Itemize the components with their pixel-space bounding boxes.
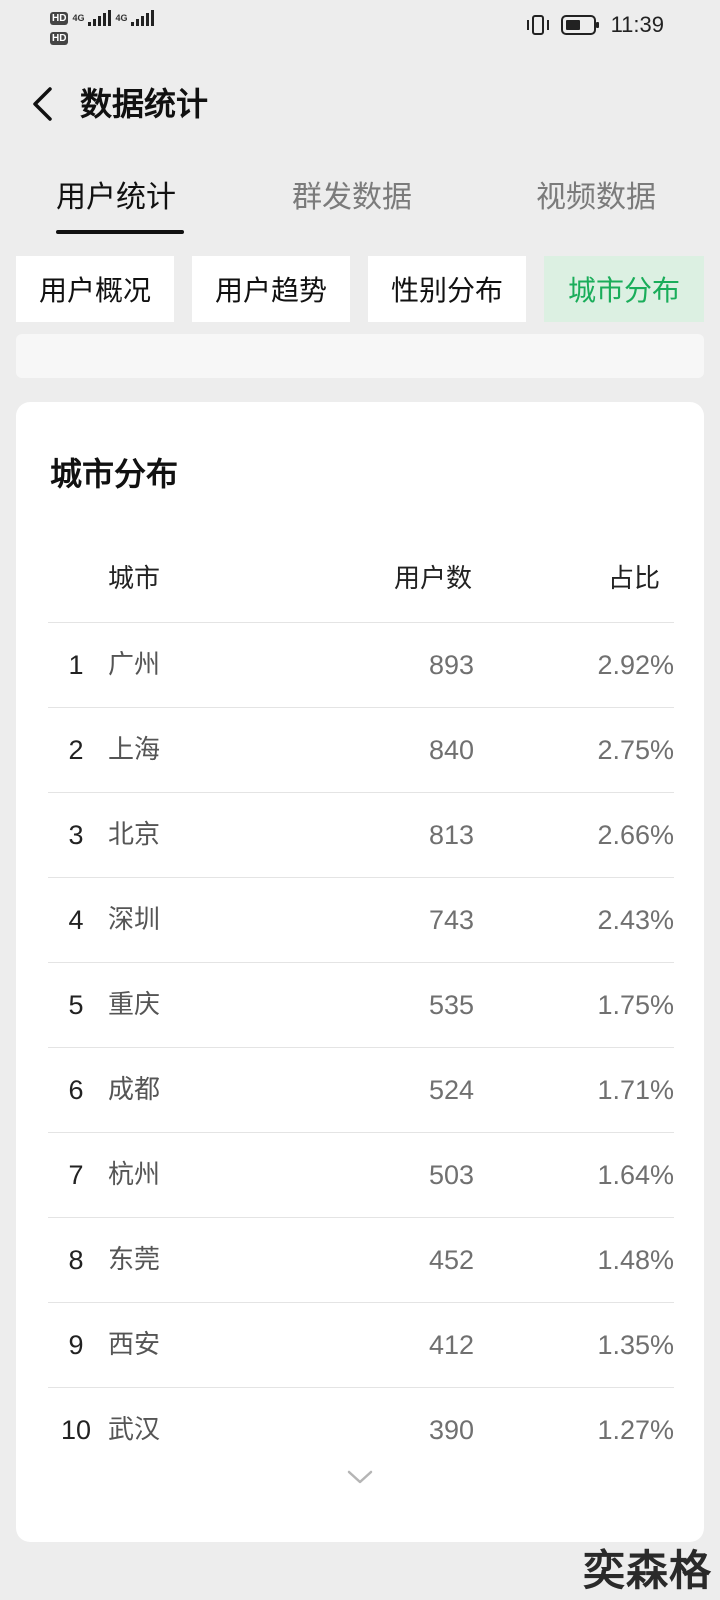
ratio: 2.43% [597,905,674,935]
watermark-logo: 奕森格 [582,1546,712,1595]
back-button[interactable] [20,82,64,126]
table-row: 1 广州 893 2.92% [48,622,674,707]
rank: 3 [68,820,84,850]
table-row: 6 成都 524 1.71% [48,1047,674,1132]
rank: 1 [68,650,84,680]
subtab-gender-distribution[interactable]: 性别分布 [368,256,526,322]
user-count: 503 [428,1160,474,1190]
signal-icon [88,10,112,26]
city-name: 重庆 [108,990,161,1020]
table-row: 7 杭州 503 1.64% [48,1132,674,1217]
city-distribution-card: 城市分布 城市 用户数 占比 1 广州 893 2.92% 2 上海 840 2… [16,402,704,1542]
city-name: 广州 [108,650,161,680]
rank: 8 [68,1245,84,1275]
city-name: 杭州 [108,1160,161,1190]
ratio: 2.75% [597,735,674,765]
rank: 7 [68,1160,84,1190]
rank: 5 [68,990,84,1020]
column-header-city: 城市 [108,564,161,594]
table-row: 9 西安 412 1.35% [48,1302,674,1387]
tab-video-data[interactable]: 视频数据 [536,178,656,218]
city-table: 1 广州 893 2.92% 2 上海 840 2.75% 3 北京 813 2… [48,622,674,1472]
table-row: 2 上海 840 2.75% [48,707,674,792]
user-count: 743 [428,905,474,935]
network-type: 4G [72,13,85,23]
chevron-left-icon [33,87,52,121]
subtab-user-overview[interactable]: 用户概况 [16,256,174,322]
table-row: 8 东莞 452 1.48% [48,1217,674,1302]
chevron-down-icon [347,1470,373,1484]
nav-bar: 数据统计 [0,72,720,136]
subtab-user-trend[interactable]: 用户趋势 [192,256,350,322]
user-count: 390 [428,1415,474,1445]
city-name: 西安 [108,1330,161,1360]
user-count: 893 [428,650,474,680]
main-tabs: 用户统计 群发数据 视频数据 [0,172,720,242]
city-name: 成都 [108,1075,161,1105]
rank: 6 [68,1075,84,1105]
ratio: 1.71% [597,1075,674,1105]
battery-icon [560,15,599,35]
ratio: 2.92% [597,650,674,680]
user-count: 412 [428,1330,474,1360]
city-name: 上海 [108,735,161,765]
page-title: 数据统计 [80,85,209,123]
ratio: 2.66% [597,820,674,850]
signal-icon [131,10,155,26]
subtab-city-distribution[interactable]: 城市分布 [544,256,704,322]
vibrate-icon [526,15,549,35]
expand-button[interactable] [340,1462,380,1492]
network-type: 4G [115,13,128,23]
card-title: 城市分布 [50,455,179,493]
sub-tabs: 用户概况 用户趋势 性别分布 城市分布 [16,256,704,322]
tab-broadcast-data[interactable]: 群发数据 [292,178,412,218]
signal-group: HD 4G 4G HD [50,8,155,48]
ratio: 1.27% [597,1415,674,1445]
city-name: 东莞 [108,1245,161,1275]
tab-user-stats[interactable]: 用户统计 [56,178,176,218]
user-count: 840 [428,735,474,765]
column-header-users: 用户数 [393,564,472,594]
table-row: 5 重庆 535 1.75% [48,962,674,1047]
filter-strip [16,334,704,378]
rank: 10 [60,1415,92,1445]
hd-badge: HD [50,11,69,25]
column-header-ratio: 占比 [607,564,660,594]
table-row: 10 武汉 390 1.27% [48,1387,674,1472]
rank: 2 [68,735,84,765]
ratio: 1.75% [597,990,674,1020]
table-row: 4 深圳 743 2.43% [48,877,674,962]
city-name: 深圳 [108,905,161,935]
hd-badge: HD [50,31,69,45]
user-count: 813 [428,820,474,850]
city-name: 武汉 [108,1415,161,1445]
ratio: 1.48% [597,1245,674,1275]
rank: 9 [68,1330,84,1360]
ratio: 1.64% [597,1160,674,1190]
clock: 11:39 [610,12,664,37]
city-name: 北京 [108,820,161,850]
table-row: 3 北京 813 2.66% [48,792,674,877]
status-bar: HD 4G 4G HD 11:39 [0,0,720,56]
rank: 4 [68,905,84,935]
ratio: 1.35% [597,1330,674,1360]
user-count: 524 [428,1075,474,1105]
active-tab-indicator [56,230,184,234]
user-count: 452 [428,1245,474,1275]
user-count: 535 [428,990,474,1020]
